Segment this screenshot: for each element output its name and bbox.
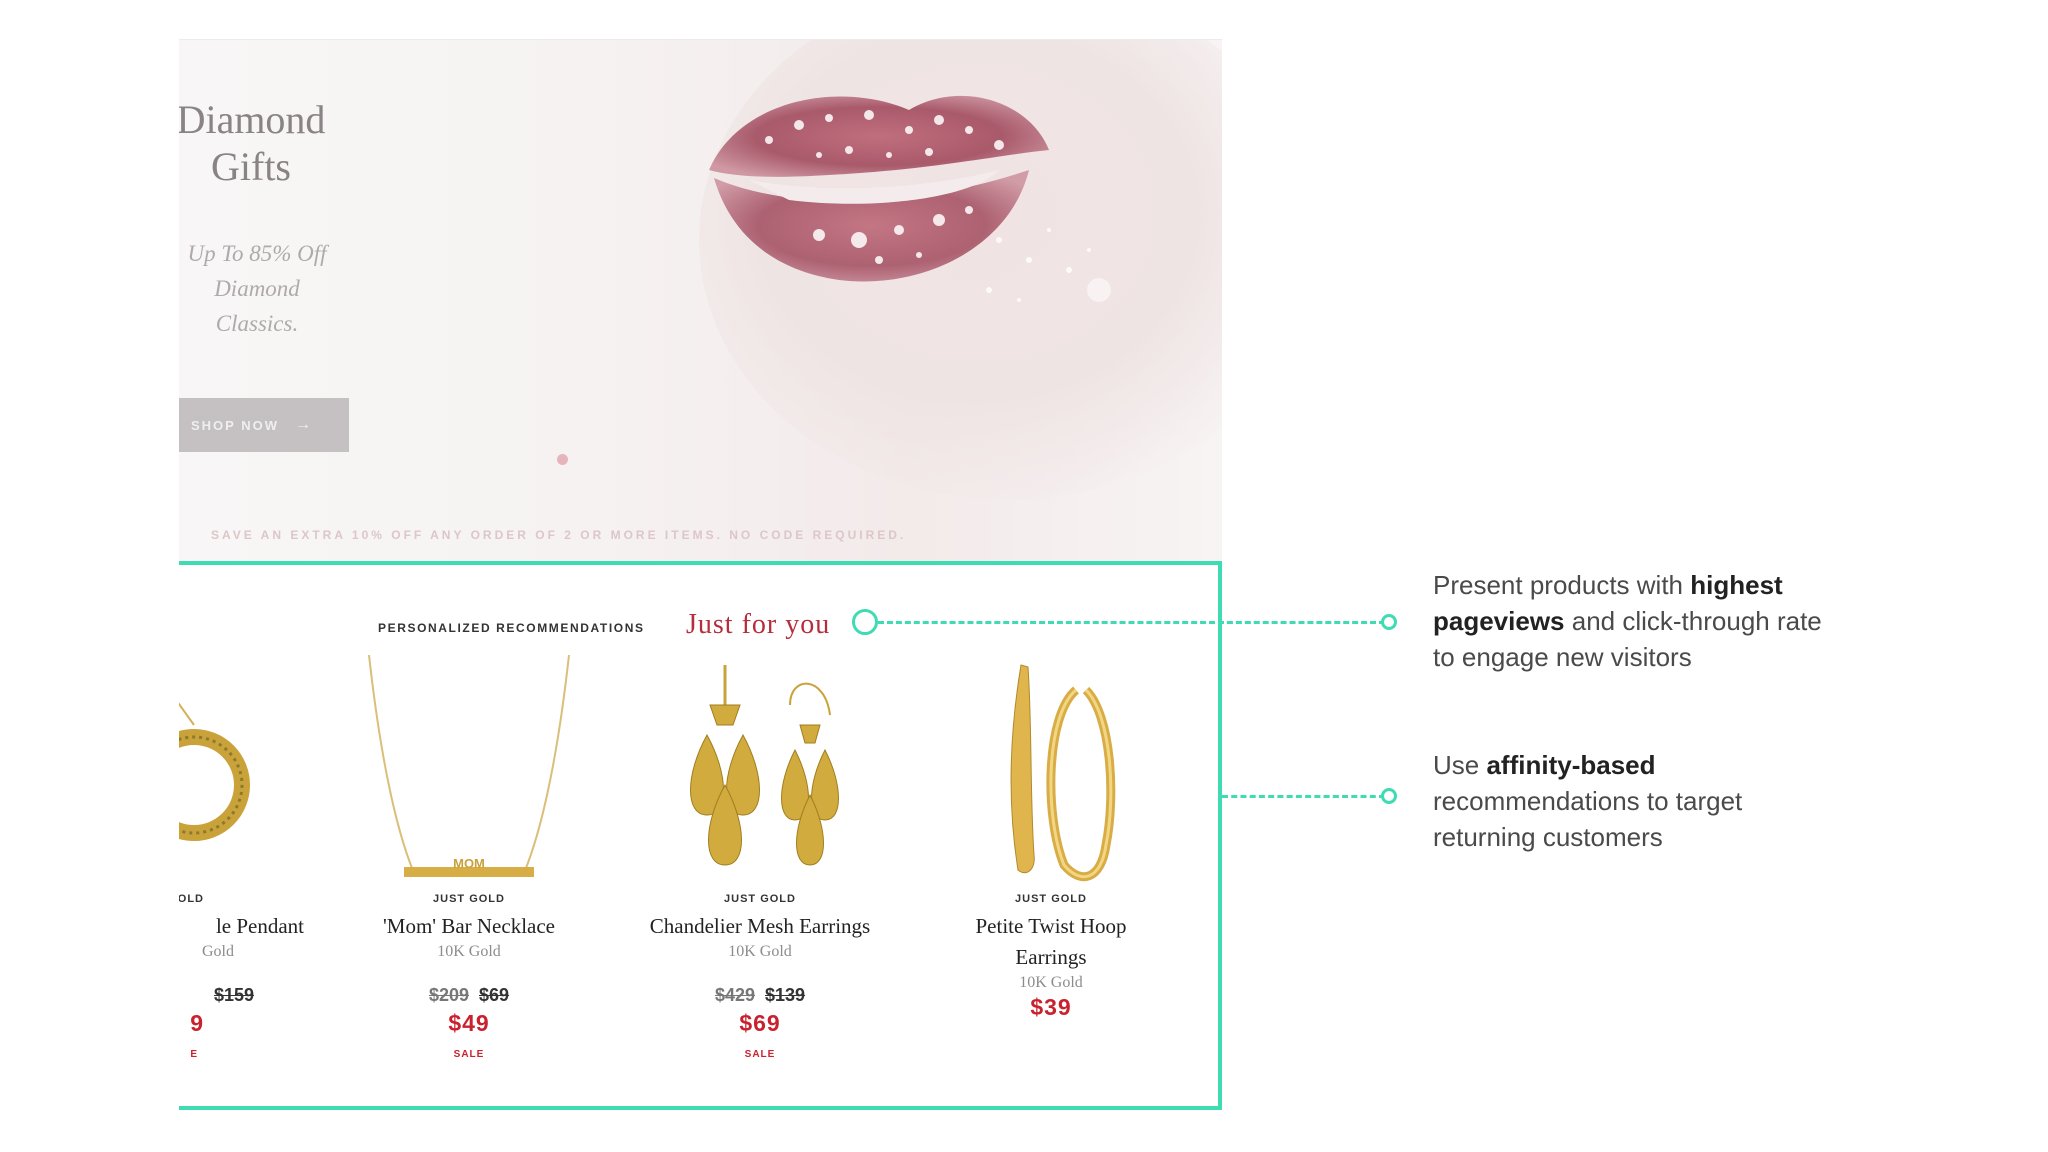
product-card[interactable]: GOLD le Pendant Gold $159 9 E	[179, 655, 324, 1060]
product-brand: JUST GOLD	[724, 893, 796, 905]
callout-affinity-based: Use affinity-based recommendations to ta…	[1433, 747, 1973, 855]
hero-subtitle-line: Classics.	[215, 311, 299, 336]
product-name[interactable]: le Pendant	[179, 911, 324, 942]
product-card[interactable]: MOM JUST GOLD 'Mom' Bar Necklace 10K Gol…	[324, 654, 614, 1060]
callout-connector-line	[1222, 795, 1385, 798]
product-card[interactable]: JUST GOLD Chandelier Mesh Earrings 10K G…	[615, 655, 905, 1060]
callout-end-circle	[1381, 614, 1397, 630]
sale-price: $39	[1030, 994, 1072, 1020]
product-name-line: Petite Twist Hoop	[975, 914, 1127, 938]
product-name[interactable]: Chandelier Mesh Earrings	[615, 911, 905, 942]
hero-banner: Diamond Gifts Up To 85% Off Diamond Clas…	[179, 39, 1222, 563]
callout-text: Use	[1433, 750, 1487, 780]
product-prices: $429 $139	[615, 985, 905, 1006]
product-card[interactable]: JUST GOLD Petite Twist Hoop Earrings 10K…	[906, 655, 1196, 1021]
discount-price: $139	[765, 985, 806, 1005]
sale-price: 9	[190, 1010, 204, 1036]
original-price: $159	[213, 985, 254, 1005]
original-price: $429	[714, 985, 755, 1005]
hero-subtitle-line: Up To 85% Off	[187, 241, 327, 266]
hero-title-line: Gifts	[211, 144, 291, 189]
product-metal: 10K Gold	[1019, 974, 1083, 991]
sale-tag: E	[190, 1049, 198, 1060]
product-metal: 10K Gold	[728, 943, 792, 960]
recommendations-title: Just for you	[686, 609, 831, 640]
product-name[interactable]: 'Mom' Bar Necklace	[324, 911, 614, 942]
product-brand: JUST GOLD	[433, 893, 505, 905]
callout-anchor-circle	[852, 609, 878, 635]
callout-text: recommendations to target	[1433, 786, 1743, 816]
product-brand: GOLD	[179, 893, 204, 905]
product-prices: $209 $69	[324, 985, 614, 1006]
callout-text: returning customers	[1433, 822, 1663, 852]
product-metal: 10K Gold	[437, 943, 501, 960]
callout-text: to engage new visitors	[1433, 642, 1692, 672]
recommendations-panel: PERSONALIZED RECOMMENDATIONS Just for yo…	[179, 561, 1222, 1110]
product-metal: Gold	[202, 943, 234, 960]
bar-necklace-icon: MOM	[324, 654, 614, 891]
sale-price: $49	[448, 1010, 490, 1036]
callout-bold-text: highest	[1690, 570, 1783, 600]
sale-price: $69	[739, 1010, 781, 1036]
promo-banner-text: SAVE AN EXTRA 10% OFF ANY ORDER OF 2 OR …	[211, 528, 907, 542]
product-name[interactable]: Petite Twist Hoop Earrings	[906, 911, 1196, 973]
hero-title-line: Diamond	[179, 97, 326, 142]
product-brand: JUST GOLD	[1015, 893, 1087, 905]
diamond-lips-image	[709, 95, 1111, 302]
callout-text: Present products with	[1433, 570, 1691, 600]
chandelier-earrings-icon	[615, 655, 905, 891]
callout-bold-text: pageviews	[1433, 606, 1565, 636]
callout-text: and click-through rate	[1564, 606, 1822, 636]
hero-subtitle-line: Diamond	[214, 276, 300, 301]
discount-price: $69	[479, 985, 510, 1005]
product-name-line: Earrings	[1015, 945, 1087, 969]
hero-title: Diamond Gifts	[179, 96, 333, 190]
callout-connector-line	[878, 621, 1385, 624]
product-prices: $159	[179, 985, 324, 1006]
hero-subtitle: Up To 85% Off Diamond Classics.	[179, 236, 339, 341]
svg-text:MOM: MOM	[453, 856, 485, 871]
recommendations-label: PERSONALIZED RECOMMENDATIONS	[378, 621, 645, 635]
callout-end-circle	[1381, 788, 1397, 804]
hoop-earrings-icon	[906, 655, 1196, 891]
callout-bold-text: affinity-based	[1486, 750, 1656, 780]
circle-pendant-icon	[179, 655, 324, 891]
shop-now-label: SHOP NOW	[191, 417, 279, 433]
carousel-dot[interactable]	[557, 454, 568, 465]
sale-tag: SALE	[744, 1049, 776, 1060]
shop-now-button[interactable]: SHOP NOW →	[179, 398, 349, 452]
callout-highest-pageviews: Present products with highest pageviews …	[1433, 567, 1973, 675]
arrow-right-icon: →	[295, 416, 313, 433]
sale-tag: SALE	[453, 1049, 485, 1060]
original-price: $209	[428, 985, 469, 1005]
